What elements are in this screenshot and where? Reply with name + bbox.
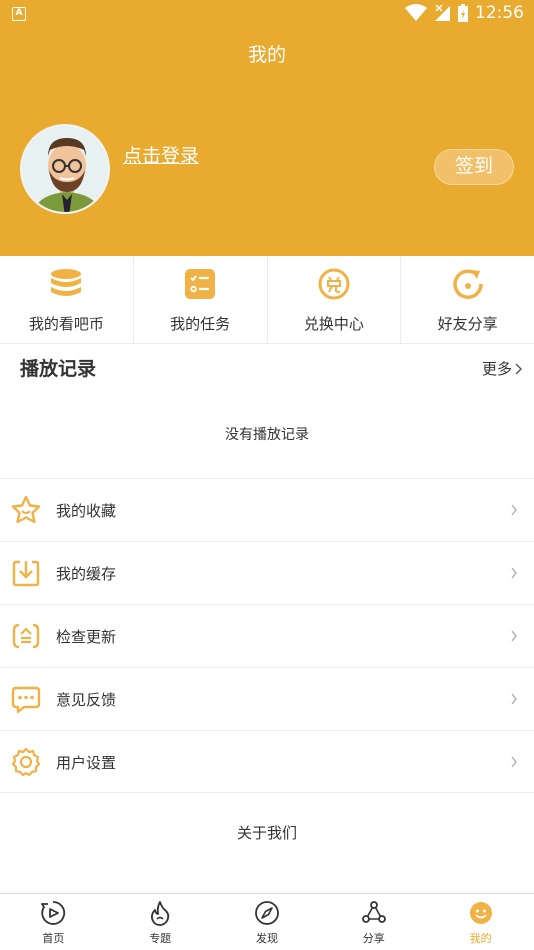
home-play-icon <box>41 901 66 925</box>
nav-tab-share[interactable]: 分享 <box>320 894 427 950</box>
share-refresh-icon <box>452 269 483 299</box>
status-bar: A 12:56 <box>0 0 534 28</box>
bottom-nav: 首页 专题 发现 分享 我的 <box>0 893 534 950</box>
page-title: 我的 <box>247 44 286 66</box>
chevron-right-icon <box>511 630 517 642</box>
nav-label: 分享 <box>362 932 385 945</box>
update-icon <box>12 623 40 649</box>
menu-item-label: 检查更新 <box>56 628 117 646</box>
about-us-link[interactable]: 关于我们 <box>0 822 534 843</box>
nav-tab-discover[interactable]: 发现 <box>214 894 321 950</box>
history-more-link[interactable]: 更多 <box>482 358 522 379</box>
menu-item-label: 意见反馈 <box>56 691 117 709</box>
nav-label: 发现 <box>255 932 278 945</box>
quick-action-coins[interactable]: 我的看吧币 <box>0 256 133 343</box>
nav-tab-topics[interactable]: 专题 <box>107 894 214 950</box>
chat-bubble-icon <box>11 686 41 714</box>
signin-button[interactable]: 签到 <box>434 149 514 185</box>
star-icon <box>11 495 41 524</box>
history-title: 播放记录 <box>20 358 97 380</box>
quick-action-label: 好友分享 <box>437 315 498 333</box>
quick-action-label: 兑换中心 <box>303 315 364 333</box>
chevron-right-icon <box>511 756 517 768</box>
wifi-icon <box>405 4 427 21</box>
quick-action-label: 我的看吧币 <box>28 315 104 333</box>
quick-action-share[interactable]: 好友分享 <box>400 256 534 343</box>
menu-item-label: 我的缓存 <box>56 565 117 583</box>
nav-tab-mine[interactable]: 我的 <box>427 894 534 950</box>
quick-actions: 我的看吧币 我的任务 兑换中心 好友分享 <box>0 256 534 344</box>
login-link[interactable]: 点击登录 <box>123 141 199 168</box>
menu-item-feedback[interactable]: 意见反馈 <box>0 667 534 730</box>
avatar[interactable] <box>20 124 110 214</box>
exchange-coin-icon <box>318 268 350 300</box>
status-indicators: 12:56 <box>405 3 524 23</box>
gear-icon <box>11 747 41 777</box>
menu-item-label: 用户设置 <box>56 754 117 772</box>
quick-action-tasks[interactable]: 我的任务 <box>132 256 267 343</box>
coins-stack-icon <box>51 269 82 296</box>
menu-item-favorites[interactable]: 我的收藏 <box>0 478 534 541</box>
chevron-right-icon <box>511 567 517 579</box>
compass-icon <box>255 901 279 925</box>
more-label: 更多 <box>481 360 512 378</box>
chevron-right-icon <box>511 504 517 516</box>
quick-action-exchange[interactable]: 兑换中心 <box>266 256 401 343</box>
clock: 12:56 <box>475 3 524 23</box>
flame-icon <box>151 901 170 926</box>
nav-label: 我的 <box>469 932 492 945</box>
battery-charging-icon <box>458 4 468 22</box>
smiley-icon <box>469 902 492 924</box>
menu-item-cache[interactable]: 我的缓存 <box>0 541 534 604</box>
share-nodes-icon <box>361 901 386 923</box>
menu-item-label: 我的收藏 <box>56 502 117 520</box>
menu-item-settings[interactable]: 用户设置 <box>0 730 534 793</box>
nav-label: 首页 <box>42 932 65 945</box>
chevron-right-icon <box>515 363 522 374</box>
download-icon <box>12 560 40 587</box>
menu-list: 我的收藏 我的缓存 检查更新 意见反馈 用户设置 <box>0 478 534 793</box>
chevron-right-icon <box>511 693 517 705</box>
app-notification-badge: A <box>12 7 26 21</box>
nav-tab-home[interactable]: 首页 <box>0 894 107 950</box>
profile-header: A 12:56 我的 点击登录 签到 <box>0 0 534 256</box>
user-avatar-icon <box>33 138 101 212</box>
history-empty-text: 没有播放记录 <box>225 427 309 443</box>
signal-off-icon <box>435 4 450 21</box>
menu-item-update[interactable]: 检查更新 <box>0 604 534 667</box>
task-list-icon <box>185 269 216 299</box>
nav-label: 专题 <box>149 932 172 945</box>
quick-action-label: 我的任务 <box>170 315 231 333</box>
